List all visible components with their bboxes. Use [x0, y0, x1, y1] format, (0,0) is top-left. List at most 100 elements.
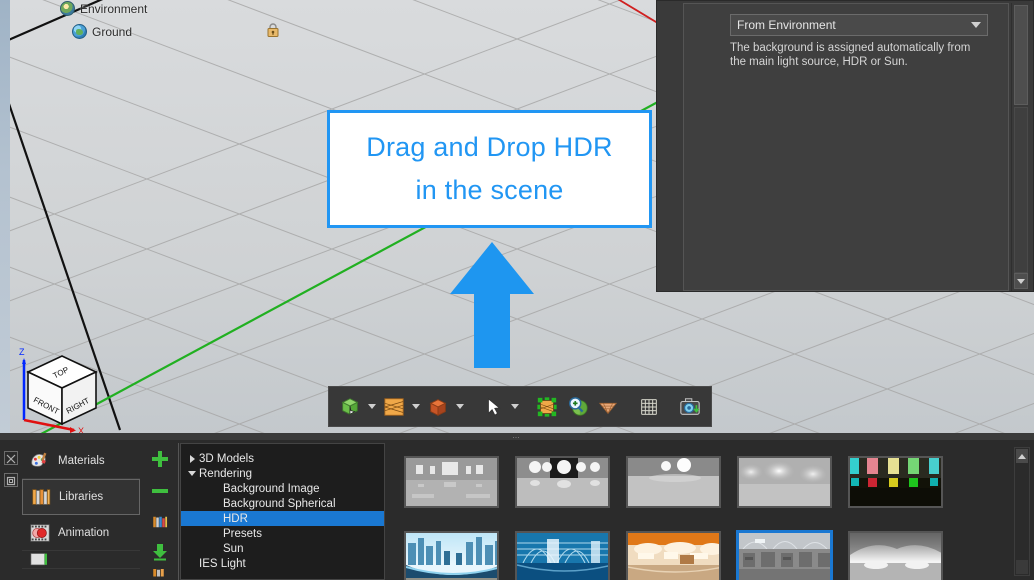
hdr-studio-grey-room[interactable]	[404, 455, 499, 508]
chevron-down-icon[interactable]	[185, 471, 199, 476]
hdr-colored-gels[interactable]	[848, 455, 943, 508]
zoom-extents-button[interactable]	[563, 391, 592, 422]
hdr-preview	[406, 532, 497, 580]
mesh-select-button[interactable]	[533, 391, 562, 422]
hdr-sky-gradient[interactable]	[848, 530, 943, 580]
tree-item-rendering[interactable]: Rendering	[181, 466, 384, 481]
remove-library-button[interactable]	[141, 475, 178, 507]
hdr-preview	[739, 532, 830, 580]
thumbnail-cell	[729, 524, 840, 580]
tree-item-sun[interactable]: Sun	[181, 541, 384, 556]
tree-item-background-spherical[interactable]: Background Spherical	[181, 496, 384, 511]
properties-panel-body: From Environment The background is assig…	[683, 3, 1009, 291]
library-tool-column[interactable]	[141, 443, 179, 580]
pointer-tool-button[interactable]	[478, 391, 507, 422]
render-snapshot-button[interactable]	[676, 391, 705, 422]
hdr-warm-interior[interactable]	[626, 530, 721, 580]
hdr-preview	[739, 457, 830, 506]
gallery-scrollbar[interactable]	[1014, 447, 1030, 576]
tree-item-3d-models[interactable]: 3D Models	[181, 451, 384, 466]
svg-text:Z: Z	[19, 347, 25, 357]
thumbnail-cell	[729, 449, 840, 514]
hdr-preview	[628, 532, 719, 580]
materials-palette-icon	[31, 452, 47, 467]
ground-globe-icon	[72, 24, 87, 39]
primitive-box-button[interactable]	[423, 391, 452, 422]
hdr-soft-blur-grey[interactable]	[737, 455, 832, 508]
close-panel-button[interactable]	[4, 451, 18, 465]
magnifier-plus-globe-icon	[568, 396, 588, 416]
hdr-preview	[517, 457, 608, 506]
thumbnail-cell	[618, 449, 729, 514]
viewport-toolbar[interactable]	[328, 386, 712, 427]
select-object-mode-caret[interactable]	[365, 391, 378, 422]
mesh-selection-icon	[537, 396, 558, 417]
download-library-button[interactable]	[141, 537, 178, 567]
restore-window-icon	[6, 476, 16, 486]
lock-icon[interactable]	[266, 22, 280, 38]
gallery-scroll-up-button[interactable]	[1016, 449, 1028, 463]
scrollbar-track[interactable]	[1014, 107, 1028, 273]
extra-partial-icon	[30, 552, 47, 565]
library-extra-icon	[152, 569, 164, 577]
category-item-extra[interactable]	[22, 551, 140, 569]
scene-node-environment[interactable]: Environment	[60, 1, 147, 16]
category-item-animation[interactable]: Animation	[22, 515, 140, 551]
grid-icon	[641, 398, 658, 415]
grid-toggle-button[interactable]	[635, 391, 664, 422]
float-panel-button[interactable]	[4, 473, 18, 487]
minus-icon	[151, 489, 168, 493]
primitive-box-caret[interactable]	[453, 391, 466, 422]
background-mode-select[interactable]: From Environment	[730, 14, 988, 36]
orange-mesh-plane-icon	[384, 397, 404, 416]
library-category-list[interactable]: Materials Libraries Animation	[22, 443, 140, 580]
category-label: Materials	[58, 454, 105, 467]
hdr-blue-pavilion[interactable]	[515, 530, 610, 580]
hdr-preview	[517, 532, 608, 580]
category-item-libraries[interactable]: Libraries	[22, 479, 140, 515]
hdr-thumbnail-gallery[interactable]	[386, 443, 1034, 580]
chevron-right-icon[interactable]	[185, 454, 199, 463]
shading-mode-button[interactable]	[594, 391, 623, 422]
download-arrow-icon	[152, 544, 167, 561]
tree-item-label: 3D Models	[199, 452, 254, 465]
drag-drop-callout: Drag and Drop HDR in the scene	[327, 110, 652, 228]
hdr-preview	[850, 532, 941, 580]
library-tree[interactable]: 3D Models Rendering Background Image Bac…	[180, 443, 385, 580]
chevron-down-icon	[971, 22, 981, 28]
tree-item-ies-light[interactable]: IES Light	[181, 556, 384, 571]
thumbnail-cell	[507, 449, 618, 514]
tree-item-label: Background Image	[223, 482, 320, 495]
select-face-mode-caret[interactable]	[409, 391, 422, 422]
chevron-down-icon	[1017, 278, 1025, 284]
scrollbar-thumb[interactable]	[1014, 5, 1028, 105]
view-cube[interactable]: Z X TOP FRONT RIGHT	[12, 342, 108, 434]
category-label: Libraries	[59, 491, 104, 503]
viewport-splitter[interactable]: ⋯	[0, 433, 1034, 440]
scene-node-ground[interactable]: Ground	[72, 24, 132, 39]
category-item-materials[interactable]: Materials	[22, 443, 140, 479]
hdr-two-lights-grey[interactable]	[626, 455, 721, 508]
scene-node-label: Ground	[92, 24, 133, 39]
add-library-button[interactable]	[141, 443, 178, 475]
pointer-tool-caret[interactable]	[508, 391, 521, 422]
cursor-arrow-icon	[487, 397, 501, 416]
hdr-preview	[850, 457, 941, 506]
select-object-mode-button[interactable]	[335, 391, 364, 422]
scroll-down-button[interactable]	[1014, 273, 1028, 289]
open-library-button[interactable]	[141, 507, 178, 537]
tree-item-background-image[interactable]: Background Image	[181, 481, 384, 496]
hdr-softbox-white[interactable]	[515, 455, 610, 508]
green-cube-cursor-icon	[341, 397, 359, 415]
hdr-preview	[628, 457, 719, 506]
panel-window-controls	[0, 443, 22, 580]
tree-item-presets[interactable]: Presets	[181, 526, 384, 541]
hdr-city-skyline[interactable]	[404, 530, 499, 580]
more-library-button[interactable]	[141, 567, 178, 577]
select-face-mode-button[interactable]	[379, 391, 408, 422]
hdr-grey-hall[interactable]	[737, 530, 832, 580]
properties-scrollbar[interactable]	[1011, 3, 1029, 291]
gallery-scroll-down-button[interactable]	[1016, 560, 1028, 574]
tree-item-hdr[interactable]: HDR	[181, 511, 384, 526]
tree-item-label: Sun	[223, 542, 244, 555]
